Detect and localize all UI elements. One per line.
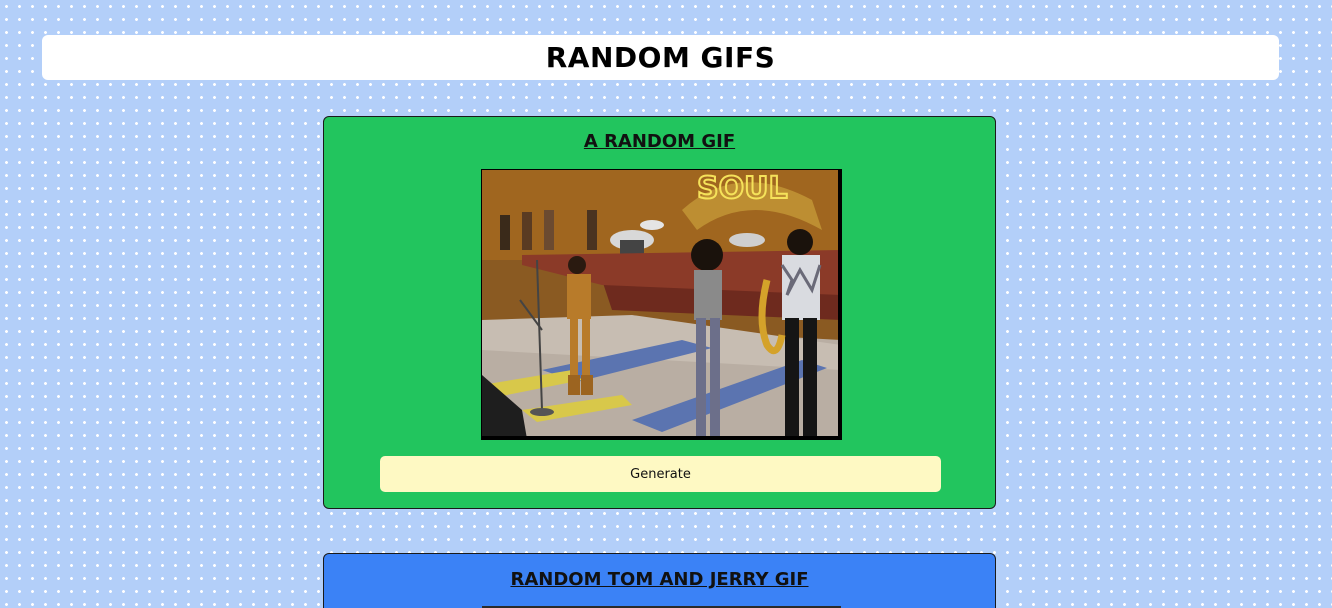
tom-and-jerry-gif-card: RANDOM TOM AND JERRY GIF: [323, 553, 996, 608]
random-gif-image: SOUL: [482, 170, 841, 439]
page-title: RANDOM GIFS: [545, 41, 776, 74]
page-header: RANDOM GIFS: [42, 35, 1279, 80]
random-gif-card-title: A RANDOM GIF: [583, 131, 736, 152]
generate-button[interactable]: Generate: [380, 456, 941, 492]
random-gif-card: A RANDOM GIF SOUL Generate: [323, 116, 996, 509]
tom-and-jerry-gif-card-title: RANDOM TOM AND JERRY GIF: [510, 569, 809, 590]
svg-text:SOUL: SOUL: [697, 171, 788, 206]
